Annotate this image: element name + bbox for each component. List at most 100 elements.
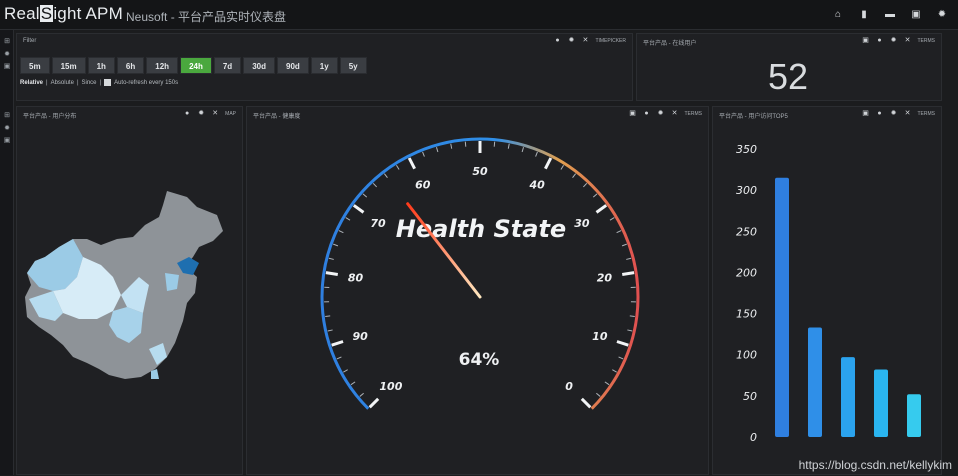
gauge-minor-tick (423, 152, 425, 157)
info-icon[interactable]: ● (876, 37, 884, 45)
mode-absolute-link[interactable]: Absolute (51, 80, 74, 86)
gauge-minor-tick (596, 393, 600, 396)
bar[interactable] (874, 370, 888, 437)
logo-text-post: ight APM (53, 4, 123, 23)
bar[interactable] (808, 328, 822, 437)
gear-icon[interactable]: ✹ (567, 37, 575, 45)
gauge-tick-label: 50 (472, 165, 488, 178)
gauge-minor-tick (573, 174, 576, 178)
gauge-minor-tick (522, 147, 523, 152)
gauge-minor-tick (339, 231, 344, 233)
app-logo[interactable]: RealSight APM (4, 4, 123, 24)
mode-relative-link[interactable]: Relative (20, 80, 43, 86)
time-button-1y[interactable]: 1y (311, 57, 338, 74)
gauge-minor-tick (593, 194, 597, 197)
close-icon[interactable]: ✕ (581, 37, 589, 45)
mode-since-link[interactable]: Since (82, 80, 97, 86)
gauge-minor-tick (605, 382, 609, 385)
row-add-icon[interactable]: ⊞ (3, 38, 11, 46)
auto-refresh-checkbox[interactable] (104, 79, 111, 86)
gauge-minor-tick (619, 357, 624, 359)
gauge-tick-label: 90 (353, 330, 369, 343)
top-bar: RealSight APM Neusoft - 平台产品实时仪表盘 ⌂ ▮ ▬ … (0, 0, 958, 30)
gauge-tick-mark (582, 399, 590, 407)
save-icon[interactable]: ▣ (862, 37, 870, 45)
left-rail: ⊞ ✹ ▣ ⊞ ✹ ▣ (0, 30, 14, 475)
gauge-tick-mark (622, 273, 634, 275)
gauge-tick-label: 40 (529, 179, 546, 192)
row-panel-icon-2[interactable]: ▣ (3, 137, 11, 145)
time-button-24h[interactable]: 24h (180, 57, 212, 74)
home-icon[interactable]: ⌂ (828, 6, 848, 24)
time-button-15m[interactable]: 15m (52, 57, 86, 74)
china-map[interactable] (17, 107, 244, 476)
gauge-minor-tick (351, 382, 355, 385)
time-button-6h[interactable]: 6h (117, 57, 144, 74)
row-add-icon-2[interactable]: ⊞ (3, 112, 11, 120)
health-gauge: 1009080706050403020100 Health State 64% (247, 107, 710, 476)
gauge-tick-mark (409, 158, 414, 169)
gauge-minor-tick (363, 194, 367, 197)
file-icon[interactable]: ▮ (854, 6, 874, 24)
gauge-minor-tick (617, 231, 622, 233)
time-button-5y[interactable]: 5y (340, 57, 367, 74)
bar[interactable] (907, 394, 921, 437)
gauge-tick-label: 10 (592, 330, 608, 343)
gauge-minor-tick (508, 144, 509, 149)
time-button-12h[interactable]: 12h (146, 57, 178, 74)
gauge-minor-tick (630, 316, 635, 317)
gauge-minor-tick (325, 316, 330, 317)
y-tick-label: 250 (736, 225, 757, 238)
gauge-percent: 64% (459, 350, 500, 370)
folder-icon[interactable]: ▬ (880, 6, 900, 24)
time-button-1h[interactable]: 1h (88, 57, 115, 74)
gauge-tick-mark (370, 399, 378, 407)
bar-chart: 050100150200250300350 (713, 107, 943, 476)
y-tick-label: 150 (736, 308, 757, 321)
gauge-minor-tick (610, 218, 614, 221)
y-tick-label: 300 (736, 184, 757, 197)
gauge-minor-tick (337, 357, 342, 359)
gear-icon[interactable]: ✹ (890, 37, 898, 45)
gauge-minor-tick (536, 152, 538, 157)
y-tick-label: 350 (736, 143, 757, 156)
gauge-minor-tick (346, 218, 350, 221)
row-gear-icon[interactable]: ✹ (3, 51, 11, 59)
watermark-url: https://blog.csdn.net/kellykim (799, 458, 952, 472)
gauge-minor-tick (627, 330, 632, 331)
time-button-90d[interactable]: 90d (277, 57, 309, 74)
auto-refresh-label: Auto-refresh every 150s (114, 80, 178, 86)
row-gear-icon-2[interactable]: ✹ (3, 125, 11, 133)
logo-text-pre: Real (4, 4, 40, 23)
close-icon[interactable]: ✕ (904, 37, 912, 45)
bar[interactable] (841, 357, 855, 437)
y-tick-label: 50 (743, 390, 757, 403)
save-icon[interactable]: ▣ (906, 6, 926, 24)
gauge-tick-mark (545, 158, 550, 169)
gauge-minor-tick (360, 393, 364, 396)
y-tick-label: 200 (736, 266, 757, 279)
gauge-panel: 平台产品 - 健康度 ▣ ● ✹ ✕ TERMS 100908070605040… (246, 106, 709, 475)
gauge-tick-label: 30 (574, 217, 590, 230)
gauge-tick-label: 0 (565, 380, 573, 393)
panel-title: 平台产品 - 在线用户 (643, 38, 696, 47)
time-button-30d[interactable]: 30d (243, 57, 275, 74)
time-button-5m[interactable]: 5m (20, 57, 50, 74)
row-panel-icon[interactable]: ▣ (3, 63, 11, 71)
gauge-minor-tick (583, 183, 586, 187)
gauge-tick-mark (354, 205, 364, 212)
gauge-tick-mark (617, 341, 628, 345)
gauge-tick-mark (596, 205, 606, 212)
gauge-tick-label: 20 (597, 271, 613, 284)
bar[interactable] (775, 178, 789, 437)
gauge-minor-tick (612, 370, 616, 372)
gauge-minor-tick (561, 165, 564, 169)
info-icon[interactable]: ● (553, 37, 561, 45)
time-range-buttons: 5m 15m 1h 6h 12h 24h 7d 30d 90d 1y 5y (20, 57, 367, 74)
gauge-minor-tick (343, 370, 347, 372)
gauge-minor-tick (333, 244, 338, 246)
gear-icon[interactable]: ✹ (932, 6, 952, 24)
gauge-tick-label: 100 (379, 380, 402, 393)
gauge-minor-tick (436, 147, 437, 152)
time-button-7d[interactable]: 7d (214, 57, 241, 74)
